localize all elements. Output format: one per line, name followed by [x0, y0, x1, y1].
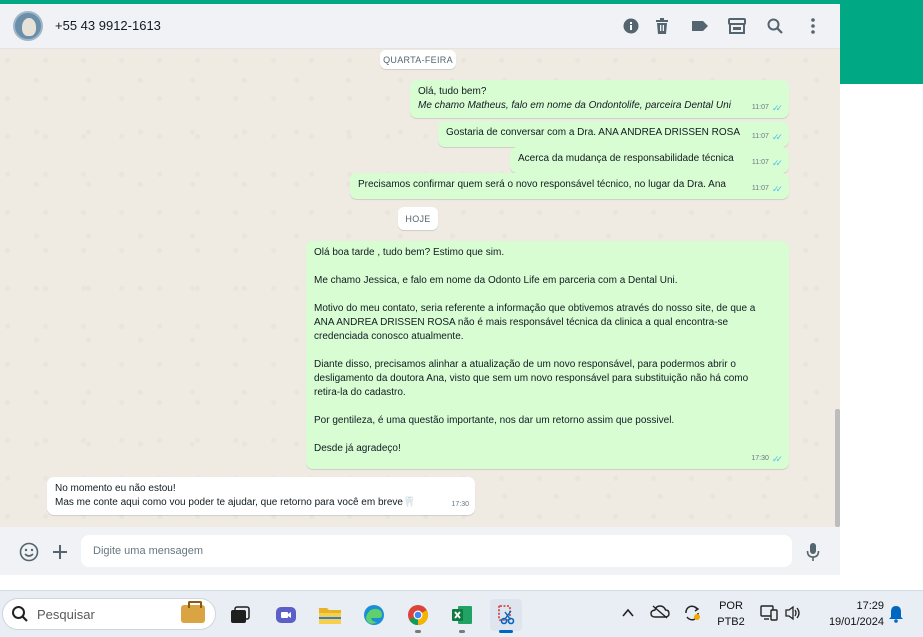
chevron-up-icon[interactable] — [622, 605, 634, 621]
message-time: 11:07 — [751, 159, 769, 166]
message-text: Olá, tudo bem? — [418, 86, 487, 97]
message-text: No momento eu não estou! Mas me conte aq… — [55, 483, 416, 508]
search-icon[interactable] — [765, 16, 785, 36]
emoji-icon[interactable] — [18, 541, 40, 563]
volume-icon[interactable] — [784, 605, 802, 624]
video-chat-app[interactable] — [270, 599, 302, 631]
store-icon[interactable] — [727, 16, 747, 36]
read-ticks-icon: ✓✓ — [771, 184, 783, 194]
whatsapp-window: +55 43 9912-1613 QUARTA-FEIRA Olá, tudo … — [0, 4, 840, 575]
excel-app[interactable] — [446, 599, 478, 633]
contact-name[interactable]: +55 43 9912-1613 — [55, 18, 161, 33]
windows-taskbar: Pesquisar POR PTB2 17:29 19/01/2024 — [0, 590, 923, 637]
active-indicator — [499, 630, 513, 633]
message-composer — [0, 527, 840, 575]
file-explorer-app[interactable] — [314, 599, 346, 631]
message-time: 11:07 — [751, 133, 769, 140]
message-list[interactable]: QUARTA-FEIRA Olá, tudo bem? Me chamo Mat… — [0, 49, 840, 527]
info-icon[interactable] — [621, 16, 641, 36]
message-time: 11:07 — [751, 104, 769, 111]
cloud-offline-icon[interactable] — [650, 605, 670, 622]
message-meta: 11:07 ✓✓ — [752, 156, 783, 170]
notification-bell-icon[interactable] — [888, 605, 904, 626]
display-icon[interactable] — [760, 605, 778, 624]
message-time: 17:30 — [451, 501, 469, 508]
message-bubble[interactable]: No momento eu não estou! Mas me conte aq… — [47, 477, 475, 515]
label-icon[interactable] — [690, 16, 710, 36]
message-text: Acerca da mudança de responsabilidade té… — [518, 153, 734, 164]
attach-plus-icon[interactable] — [49, 541, 71, 563]
background-green-panel — [840, 4, 923, 84]
message-time: 17:30 — [751, 455, 769, 462]
search-icon — [11, 605, 29, 628]
keyboard-layout: PTB2 — [717, 616, 745, 628]
chrome-browser-app[interactable] — [402, 599, 434, 633]
taskbar-search[interactable]: Pesquisar — [2, 598, 216, 630]
message-bubble[interactable]: Olá boa tarde , tudo bem? Estimo que sim… — [306, 241, 789, 469]
read-ticks-icon: ✓✓ — [771, 132, 783, 142]
message-meta: 17:30 — [451, 498, 469, 512]
message-bubble[interactable]: Acerca da mudança de responsabilidade té… — [510, 147, 789, 173]
briefcase-icon — [181, 601, 205, 623]
message-text: Precisamos confirmar quem será o novo re… — [358, 179, 726, 190]
chat-header: +55 43 9912-1613 — [0, 4, 840, 49]
message-bubble[interactable]: Olá, tudo bem? Me chamo Matheus, falo em… — [410, 80, 789, 118]
message-bubble[interactable]: Gostaria de conversar com a Dra. ANA AND… — [438, 121, 789, 147]
message-text: Gostaria de conversar com a Dra. ANA AND… — [446, 127, 740, 138]
read-ticks-icon: ✓✓ — [771, 158, 783, 168]
task-view-app[interactable] — [224, 599, 256, 631]
edge-browser-app[interactable] — [358, 599, 390, 631]
running-indicator — [459, 630, 465, 633]
taskbar-search-label: Pesquisar — [37, 607, 95, 622]
chat-scrollbar[interactable] — [835, 409, 840, 527]
read-ticks-icon: ✓✓ — [771, 103, 783, 113]
sync-icon[interactable] — [683, 605, 701, 624]
trash-icon[interactable] — [652, 16, 672, 36]
microphone-icon[interactable] — [802, 541, 824, 563]
message-input[interactable] — [81, 535, 792, 567]
clock-date: 19/01/2024 — [828, 616, 884, 628]
message-meta: 11:07 ✓✓ — [752, 130, 783, 144]
background-white-panel — [840, 84, 923, 590]
read-ticks-icon: ✓✓ — [771, 454, 783, 464]
language-code: POR — [719, 600, 743, 612]
input-language-indicator[interactable]: POR PTB2 — [712, 598, 750, 630]
system-clock[interactable]: 17:29 19/01/2024 — [812, 598, 884, 630]
message-bubble[interactable]: Precisamos confirmar quem será o novo re… — [350, 173, 789, 199]
message-text: Olá boa tarde , tudo bem? Estimo que sim… — [314, 247, 756, 454]
message-meta: 11:07 ✓✓ — [752, 182, 783, 196]
day-separator: HOJE — [398, 207, 438, 230]
contact-avatar[interactable] — [13, 11, 43, 41]
day-separator: QUARTA-FEIRA — [380, 50, 456, 69]
message-meta: 11:07 ✓✓ — [752, 101, 783, 115]
more-icon[interactable] — [803, 16, 823, 36]
clock-time: 17:29 — [856, 600, 884, 612]
message-text: Me chamo Matheus, falo em nome da Ondont… — [418, 100, 731, 111]
snipping-tool-app[interactable] — [490, 599, 522, 633]
message-meta: 17:30 ✓✓ — [751, 452, 783, 466]
running-indicator — [415, 630, 421, 633]
message-time: 11:07 — [751, 185, 769, 192]
